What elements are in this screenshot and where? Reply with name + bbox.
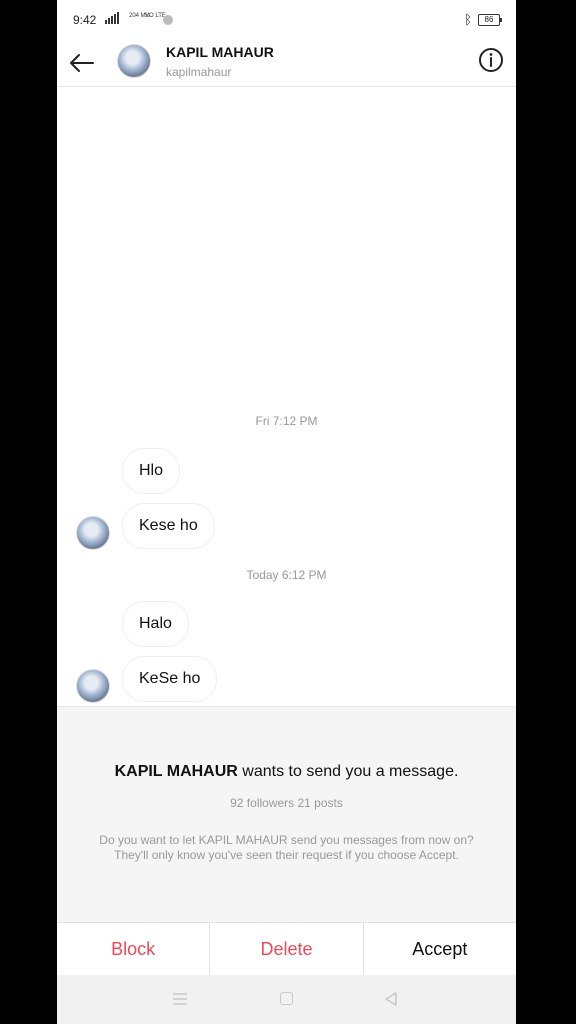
delete-button[interactable]: Delete bbox=[210, 923, 364, 975]
status-time: 9:42 bbox=[73, 13, 97, 27]
home-icon[interactable] bbox=[280, 992, 293, 1005]
request-title-suffix: wants to send you a message. bbox=[242, 763, 459, 780]
chat-header: KAPIL MAHAUR kapilmahaur bbox=[57, 40, 516, 87]
contact-name[interactable]: KAPIL MAHAUR bbox=[166, 44, 274, 60]
nav-back-icon[interactable] bbox=[383, 991, 399, 1007]
menu-icon[interactable] bbox=[173, 993, 187, 1005]
message-timestamp: Fri 7:12 PM bbox=[255, 414, 318, 428]
request-stats: 92 followers 21 posts bbox=[230, 796, 343, 810]
system-nav-bar bbox=[57, 975, 516, 1024]
status-bar: 9:42 204 M/s VO LTE ᛒ 86 bbox=[57, 0, 516, 40]
request-actions: Block Delete Accept bbox=[57, 922, 516, 975]
sender-avatar[interactable] bbox=[76, 516, 110, 550]
message-bubble[interactable]: Hlo bbox=[122, 448, 181, 494]
request-sender-name: KAPIL MAHAUR bbox=[114, 763, 238, 780]
sender-avatar[interactable] bbox=[76, 669, 110, 703]
message-timestamp: Today 6:12 PM bbox=[246, 568, 327, 582]
accept-button[interactable]: Accept bbox=[364, 923, 516, 975]
avatar[interactable] bbox=[117, 44, 151, 78]
message-request-panel: KAPIL MAHAUR wants to send you a message… bbox=[57, 706, 516, 923]
notification-dot-icon bbox=[163, 15, 173, 25]
block-button[interactable]: Block bbox=[57, 923, 211, 975]
contact-username[interactable]: kapilmahaur bbox=[166, 65, 231, 79]
message-bubble[interactable]: KeSe ho bbox=[122, 656, 218, 702]
back-arrow-icon[interactable] bbox=[65, 46, 99, 80]
message-bubble[interactable]: Halo bbox=[122, 601, 189, 647]
message-bubble[interactable]: Kese ho bbox=[122, 503, 215, 549]
signal-icon bbox=[105, 12, 119, 24]
phone-screen: 9:42 204 M/s VO LTE ᛒ 86 KAPIL MAHAUR ka… bbox=[57, 0, 516, 1024]
battery-icon: 86 bbox=[478, 14, 502, 26]
request-description: Do you want to let KAPIL MAHAUR send you… bbox=[99, 833, 474, 862]
request-title: KAPIL MAHAUR wants to send you a message… bbox=[57, 763, 516, 781]
bluetooth-icon: ᛒ bbox=[464, 12, 472, 27]
info-icon[interactable] bbox=[478, 47, 504, 73]
